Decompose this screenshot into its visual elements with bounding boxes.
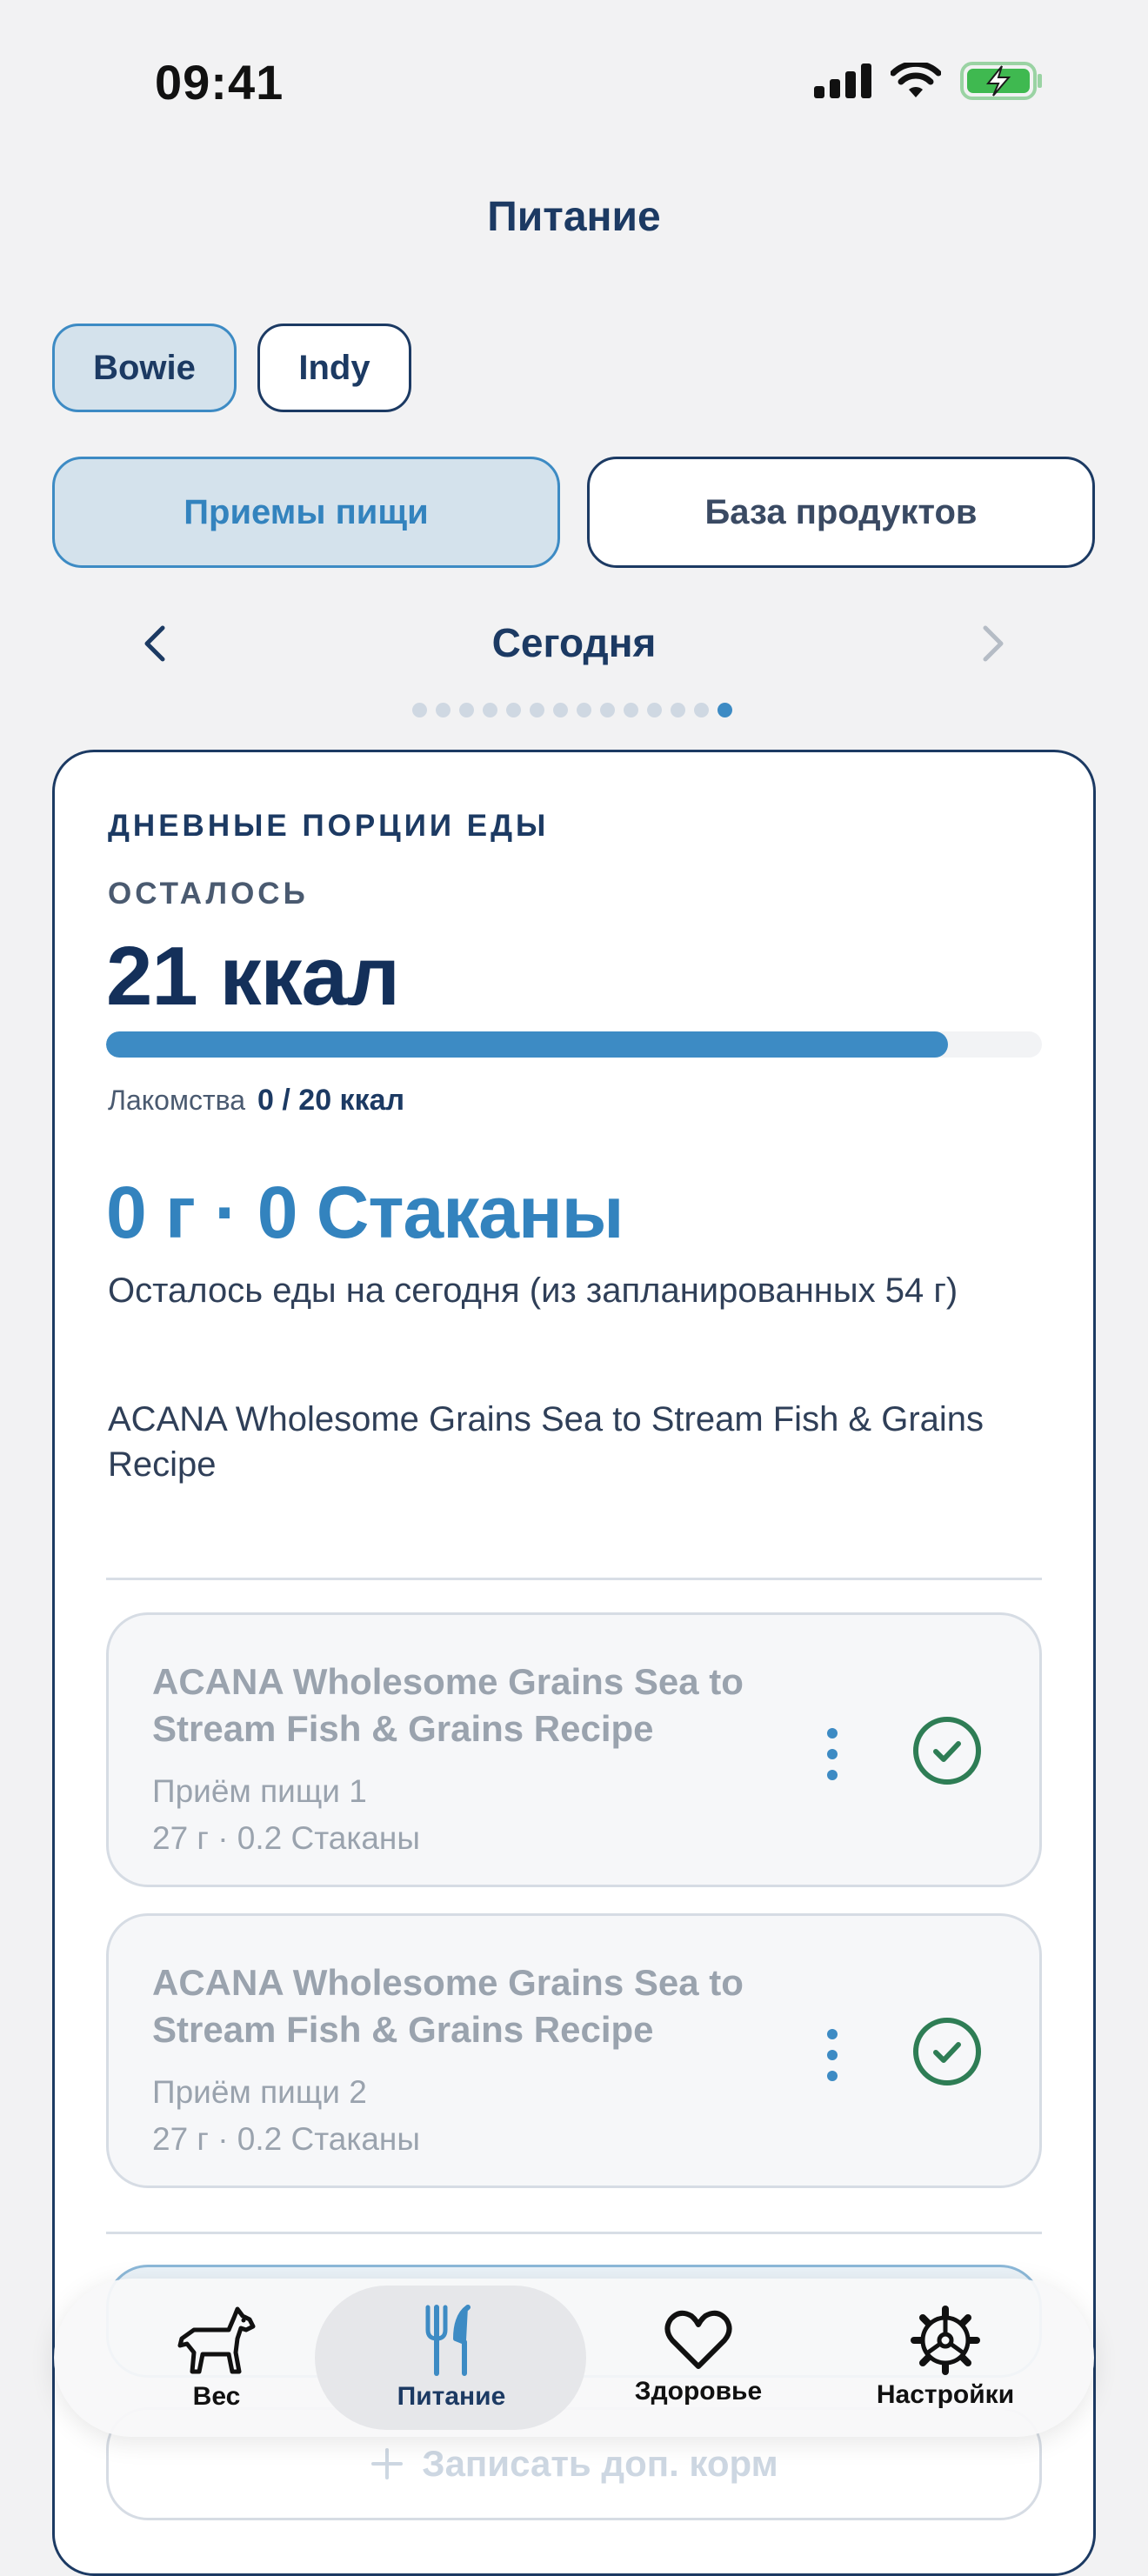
section-title: ДНЕВНЫЕ ПОРЦИИ ЕДЫ xyxy=(108,809,550,843)
next-day-button[interactable] xyxy=(967,617,1019,670)
more-options-button[interactable] xyxy=(822,1728,843,1780)
tab-meals[interactable]: Приемы пищи xyxy=(52,457,560,568)
meal-food-title: ACANA Wholesome Grains Sea to Stream Fis… xyxy=(152,1962,744,2050)
tabbar-label: Настройки xyxy=(876,2380,1015,2409)
calorie-progress-fill xyxy=(106,1031,949,1058)
log-extra-label: Записать доп. корм xyxy=(422,2443,778,2484)
meal-card[interactable]: ACANA Wholesome Grains Sea to Stream Fis… xyxy=(106,1612,1042,1887)
amount-remaining: 0 г · 0 Стаканы xyxy=(106,1171,624,1253)
food-name: ACANA Wholesome Grains Sea to Stream Fis… xyxy=(108,1400,984,1484)
tabbar-item-weight[interactable]: Вес xyxy=(90,2279,343,2437)
page-dot xyxy=(624,703,638,717)
treats-row: Лакомства 0 / 20 ккал xyxy=(108,1084,404,1118)
page-dot xyxy=(506,703,521,717)
treats-label: Лакомства xyxy=(108,1084,246,1116)
plus-icon xyxy=(371,2448,404,2479)
divider xyxy=(106,2232,1042,2234)
heart-icon xyxy=(664,2310,732,2369)
tab-label: Приемы пищи xyxy=(184,492,429,531)
more-dot xyxy=(827,1728,838,1738)
more-options-button[interactable] xyxy=(822,2029,843,2081)
pet-chip-label: Bowie xyxy=(93,348,196,387)
divider xyxy=(106,1578,1042,1580)
gear-icon xyxy=(911,2306,980,2375)
pet-chip-label: Indy xyxy=(298,348,370,387)
more-dot xyxy=(827,2029,838,2039)
amount-description: Осталось еды на сегодня (из запланирован… xyxy=(108,1271,958,1310)
meal-card[interactable]: ACANA Wholesome Grains Sea to Stream Fis… xyxy=(106,1913,1042,2188)
chevron-right-icon xyxy=(983,625,1004,662)
wifi-icon xyxy=(891,63,941,97)
meal-name: Приём пищи 2 xyxy=(152,2074,367,2110)
tabbar-label: Здоровье xyxy=(634,2377,763,2406)
dog-icon xyxy=(177,2306,256,2374)
meal-food-title: ACANA Wholesome Grains Sea to Stream Fis… xyxy=(152,1661,744,1749)
page-dot xyxy=(530,703,544,717)
status-icons xyxy=(814,61,1044,101)
battery-charging-icon xyxy=(960,62,1042,100)
pet-chip-indy[interactable]: Indy xyxy=(257,324,411,412)
more-dot xyxy=(827,1770,838,1780)
tabbar-item-settings[interactable]: Настройки xyxy=(819,2279,1071,2437)
status-time: 09:41 xyxy=(155,55,284,110)
meal-amount: 27 г · 0.2 Стаканы xyxy=(152,2121,420,2157)
meal-name: Приём пищи 1 xyxy=(152,1773,367,1809)
page-dot xyxy=(577,703,591,717)
remaining-label: ОСТАЛОСЬ xyxy=(108,877,309,911)
page-dot-active xyxy=(718,703,732,717)
meal-amount: 27 г · 0.2 Стаканы xyxy=(152,1820,420,1856)
tabbar-label: Вес xyxy=(192,2382,241,2411)
tab-bar: Вес Питание Здоровье Настройки xyxy=(54,2279,1094,2437)
tabbar-item-nutrition[interactable]: Питание xyxy=(325,2279,577,2437)
page-dot xyxy=(600,703,615,717)
signal-icon xyxy=(814,63,871,98)
tab-food-database[interactable]: База продуктов xyxy=(587,457,1095,568)
pet-chip-bowie[interactable]: Bowie xyxy=(52,324,237,412)
page-dots xyxy=(412,703,732,717)
treats-value: 0 / 20 ккал xyxy=(257,1084,405,1117)
page-dot xyxy=(671,703,685,717)
page-dot xyxy=(647,703,662,717)
tab-label: База продуктов xyxy=(704,492,978,531)
page-dot xyxy=(436,703,451,717)
check-circle-icon[interactable] xyxy=(912,2017,982,2086)
page-dot xyxy=(483,703,497,717)
page-dot xyxy=(694,703,709,717)
calorie-progress-bar xyxy=(106,1031,1042,1058)
more-dot xyxy=(827,2050,838,2060)
more-dot xyxy=(827,1749,838,1759)
remaining-value: 21 ккал xyxy=(106,930,400,1023)
page-title: Питание xyxy=(487,194,661,240)
tabbar-label: Питание xyxy=(397,2382,506,2411)
fork-knife-icon xyxy=(425,2305,471,2376)
page-dot xyxy=(553,703,568,717)
page-dot xyxy=(459,703,474,717)
check-circle-icon[interactable] xyxy=(912,1716,982,1785)
more-dot xyxy=(827,2071,838,2081)
page-dot xyxy=(412,703,427,717)
tabbar-item-health[interactable]: Здоровье xyxy=(572,2279,824,2437)
